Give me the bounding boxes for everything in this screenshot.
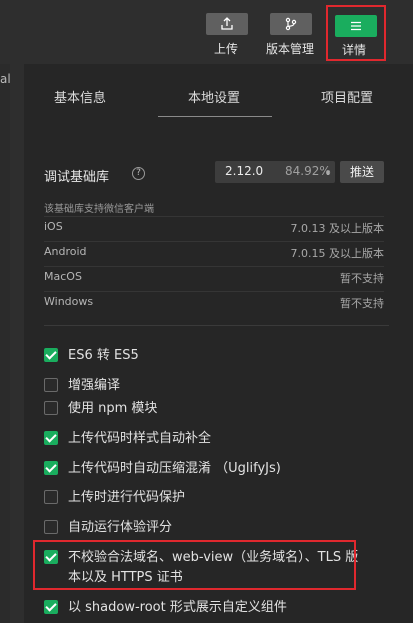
sdk-label: 调试基础库: [44, 170, 110, 185]
sdk-platform-row: MacOS 暂不支持: [44, 270, 384, 290]
option-label: 自动运行体验评分: [68, 520, 173, 535]
sdk-version-coverage: 84.92%: [285, 164, 331, 178]
menu-icon: [351, 21, 361, 31]
tab-local-settings[interactable]: 本地设置: [188, 87, 240, 106]
sdk-note: 该基础库支持微信客户端: [44, 204, 154, 215]
left-partial-panel: al: [0, 64, 11, 623]
checkbox-checked[interactable]: [44, 600, 58, 614]
checkbox-unchecked[interactable]: [44, 378, 58, 392]
option-label: ES6 转 ES5: [68, 348, 139, 363]
platform-version: 7.0.15 及以上版本: [290, 247, 384, 260]
sdk-version-value: 2.12.0: [225, 164, 264, 178]
domain-check-highlight: [33, 540, 356, 590]
left-partial-label: al: [0, 72, 11, 86]
divider: [44, 241, 384, 242]
option-label: 以 shadow-root 形式展示自定义组件: [68, 600, 287, 615]
checkbox-unchecked[interactable]: [44, 490, 58, 504]
upload-icon: [221, 17, 233, 30]
detail-highlight: 详情: [326, 5, 386, 61]
help-icon[interactable]: ?: [132, 167, 145, 180]
version-manage-button[interactable]: [270, 13, 312, 35]
platform-name: Android: [44, 245, 87, 258]
detail-label: 详情: [342, 43, 367, 57]
option-label: 上传代码时自动压缩混淆 （UglifyJs): [68, 461, 281, 476]
platform-name: Windows: [44, 295, 94, 308]
section-divider: [44, 325, 389, 326]
top-toolbar: 上传 版本管理 详情: [0, 0, 413, 64]
sdk-platform-row: iOS 7.0.13 及以上版本: [44, 220, 384, 240]
sdk-version-row: 调试基础库 ? 2.12.0 84.92% 推送: [44, 161, 394, 186]
option-label: 上传代码时样式自动补全: [68, 431, 212, 446]
upload-label: 上传: [214, 42, 239, 56]
push-button[interactable]: 推送: [340, 161, 384, 183]
sdk-platform-row: Windows 暂不支持: [44, 295, 384, 315]
option-label: 增强编译: [68, 378, 121, 393]
sdk-version-select[interactable]: 2.12.0 84.92%: [215, 161, 335, 183]
sdk-platform-row: Android 7.0.15 及以上版本: [44, 245, 384, 265]
platform-version: 暂不支持: [340, 297, 384, 310]
tab-project-config[interactable]: 项目配置: [321, 87, 373, 106]
option-label: 上传时进行代码保护: [68, 490, 186, 505]
divider: [44, 291, 384, 292]
checkbox-checked[interactable]: [44, 461, 58, 475]
version-manage-label: 版本管理: [266, 42, 315, 56]
scroll-indicator: [327, 171, 329, 175]
platform-name: iOS: [44, 220, 63, 233]
divider: [44, 266, 384, 267]
platform-version: 暂不支持: [340, 272, 384, 285]
checkbox-unchecked[interactable]: [44, 520, 58, 534]
checkbox-checked[interactable]: [44, 348, 58, 362]
detail-button[interactable]: [335, 15, 377, 37]
active-tab-indicator: [158, 116, 272, 117]
checkbox-checked[interactable]: [44, 431, 58, 445]
option-label: 使用 npm 模块: [68, 401, 158, 416]
checkbox-unchecked[interactable]: [44, 401, 58, 415]
tab-basic-info[interactable]: 基本信息: [54, 87, 106, 106]
upload-button[interactable]: [206, 13, 248, 35]
divider: [44, 216, 384, 217]
platform-version: 7.0.13 及以上版本: [290, 222, 384, 235]
branch-icon: [285, 17, 297, 31]
tab-bar: 基本信息 本地设置 项目配置: [24, 64, 413, 124]
platform-name: MacOS: [44, 270, 82, 283]
